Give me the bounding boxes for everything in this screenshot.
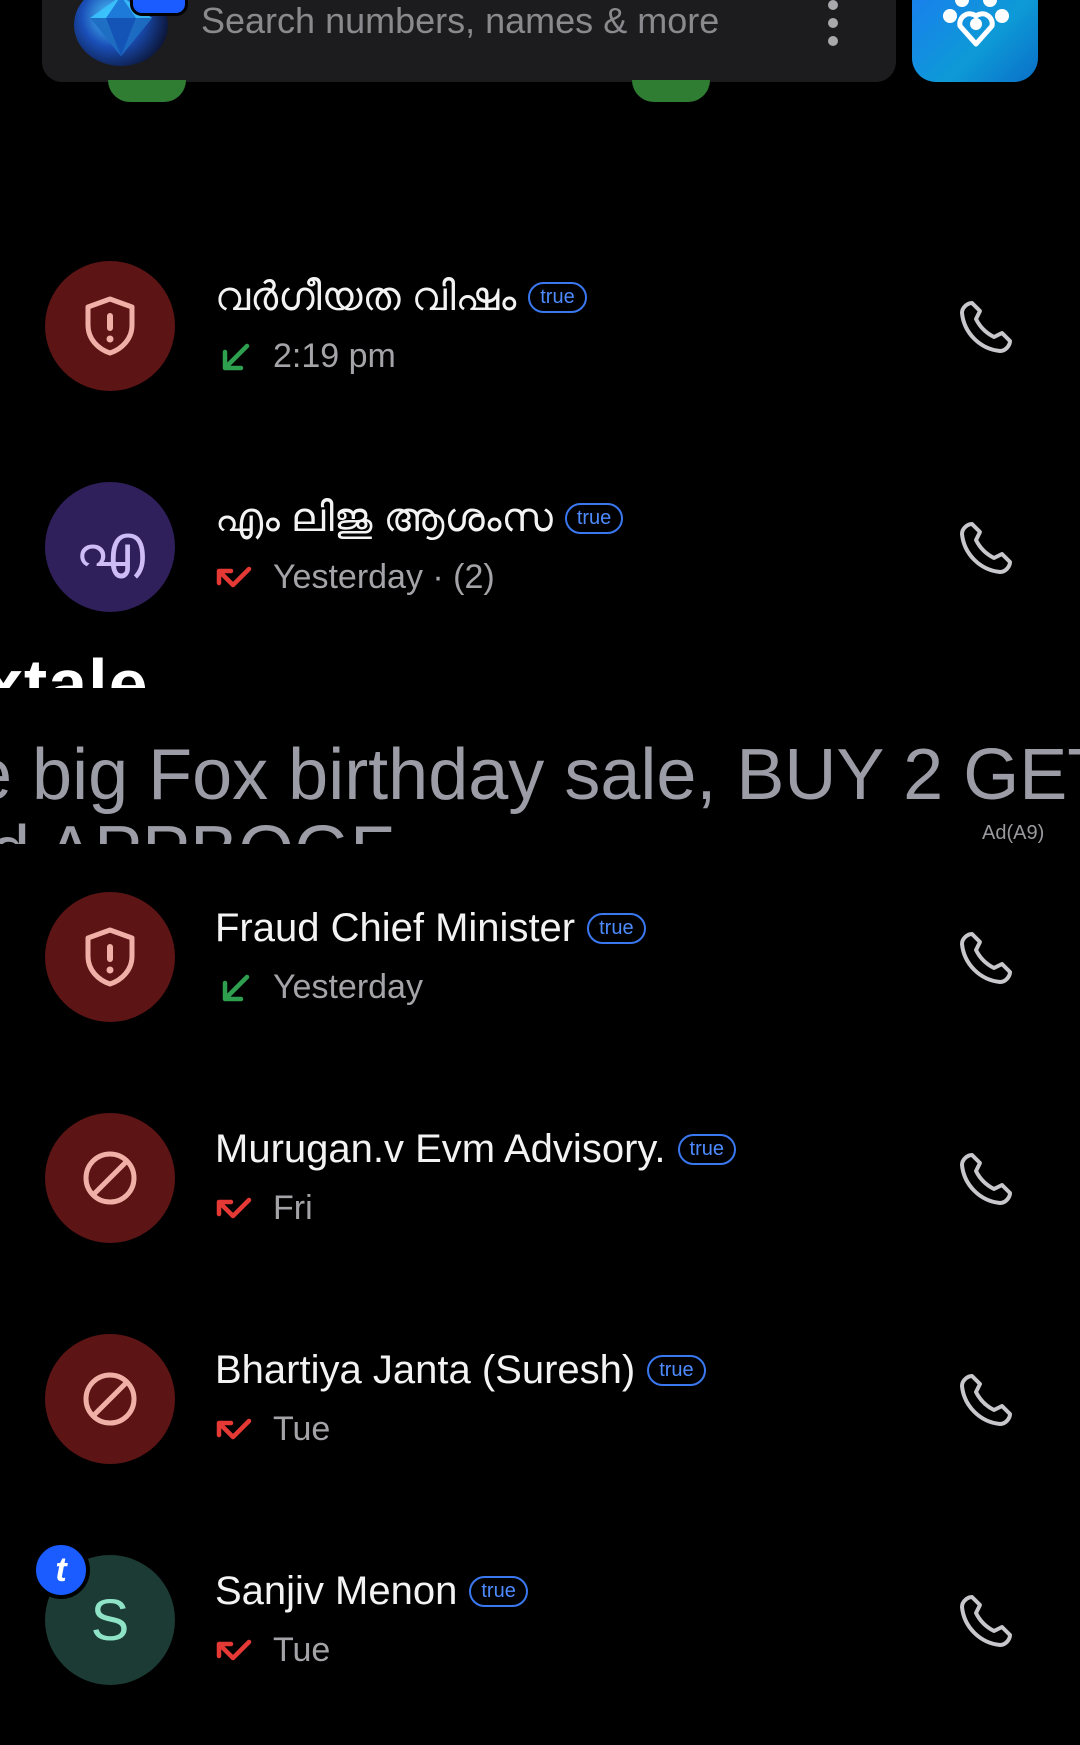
true-badge: true — [564, 503, 624, 534]
contact-name: Murugan.v Evm Advisory. true — [215, 1127, 736, 1172]
call-button-icon[interactable] — [956, 518, 1016, 578]
call-meta: Yesterday · (2) — [215, 558, 495, 597]
avatar-letter: എ — [75, 514, 145, 579]
call-log-row[interactable]: വർഗീയത വിഷം true 2:19 pm — [0, 261, 1080, 421]
call-log-row[interactable]: Fraud Chief Minister true Yesterday — [0, 892, 1080, 1052]
true-badge: true — [469, 1576, 528, 1607]
missed-call-arrow-icon — [216, 1418, 252, 1439]
premium-people-icon — [943, 0, 1009, 47]
block-icon — [83, 1151, 137, 1205]
call-log-row[interactable]: Murugan.v Evm Advisory. true Fri — [0, 1113, 1080, 1273]
true-badge: true — [677, 1134, 736, 1165]
call-log-row[interactable]: Bhartiya Janta (Suresh) true Tue — [0, 1334, 1080, 1494]
incoming-call-arrow-icon — [222, 343, 250, 370]
true-badge: true — [587, 913, 646, 944]
profile-notification-badge — [130, 0, 188, 16]
premium-button[interactable] — [912, 0, 1038, 82]
truecaller-user-badge: t — [32, 1541, 90, 1599]
missed-call-arrow-icon — [216, 566, 252, 587]
true-badge: true — [647, 1355, 706, 1386]
missed-call-arrow-icon — [216, 1639, 252, 1660]
call-meta: Tue — [215, 1631, 330, 1670]
block-icon — [83, 1372, 137, 1426]
call-log-row[interactable]: എ എം ലിജു ആശംസ true Yesterday · (2) — [0, 482, 1080, 642]
call-log-row[interactable]: S t Sanjiv Menon true Tue — [0, 1541, 1080, 1715]
call-meta: Fri — [215, 1189, 313, 1228]
avatar[interactable]: എ — [45, 482, 175, 612]
call-meta: 2:19 pm — [215, 337, 396, 376]
avatar[interactable] — [45, 1334, 175, 1464]
call-button-icon[interactable] — [956, 297, 1016, 357]
overflow-menu-icon[interactable] — [820, 0, 846, 46]
contact-name: Sanjiv Menon true — [215, 1569, 528, 1614]
avatar[interactable] — [45, 1113, 175, 1243]
call-meta: Tue — [215, 1410, 330, 1449]
shield-icon — [85, 296, 135, 356]
ad-title[interactable]: xtale — [0, 628, 149, 688]
call-meta: Yesterday — [215, 968, 423, 1007]
call-button-icon[interactable] — [956, 1591, 1016, 1651]
contact-name: Fraud Chief Minister true — [215, 906, 646, 951]
true-badge: true — [528, 282, 587, 313]
contact-name: എം ലിജു ആശംസ true — [215, 496, 624, 541]
call-log-screen: Search numbers, names & more വർഗീയത വിഷം… — [0, 0, 1080, 1745]
avatar[interactable] — [45, 892, 175, 1022]
ad-label: Ad(A9) — [982, 822, 1045, 844]
ad-body-line2[interactable]: d APPBOGF — [0, 800, 394, 844]
tab-indicator — [108, 80, 186, 102]
contact-name: Bhartiya Janta (Suresh) true — [215, 1348, 706, 1393]
call-button-icon[interactable] — [956, 1370, 1016, 1430]
incoming-call-arrow-icon — [222, 974, 250, 1001]
avatar-letter: S — [90, 1587, 130, 1653]
search-input[interactable]: Search numbers, names & more — [201, 0, 719, 42]
shield-icon — [85, 927, 135, 987]
avatar[interactable] — [45, 261, 175, 391]
call-button-icon[interactable] — [956, 1149, 1016, 1209]
call-button-icon[interactable] — [956, 928, 1016, 988]
contact-name: വർഗീയത വിഷം true — [215, 275, 587, 320]
tab-indicator — [632, 80, 710, 102]
missed-call-arrow-icon — [216, 1197, 252, 1218]
